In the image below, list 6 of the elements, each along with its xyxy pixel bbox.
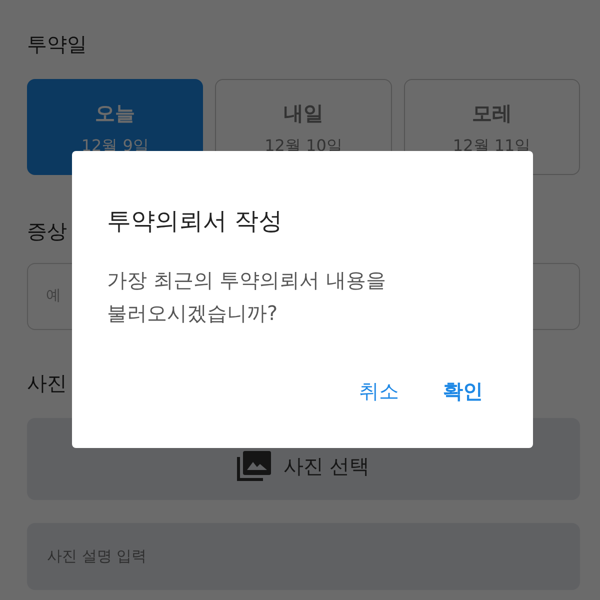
dialog-title: 투약의뢰서 작성: [107, 206, 283, 237]
dialog-message: 가장 최근의 투약의뢰서 내용을 불러오시겠습니까?: [107, 267, 386, 327]
section-label: 사진: [27, 370, 67, 397]
image-icon: [237, 451, 272, 481]
section-label: 증상: [27, 218, 67, 245]
section-label: 투약일: [27, 31, 87, 58]
